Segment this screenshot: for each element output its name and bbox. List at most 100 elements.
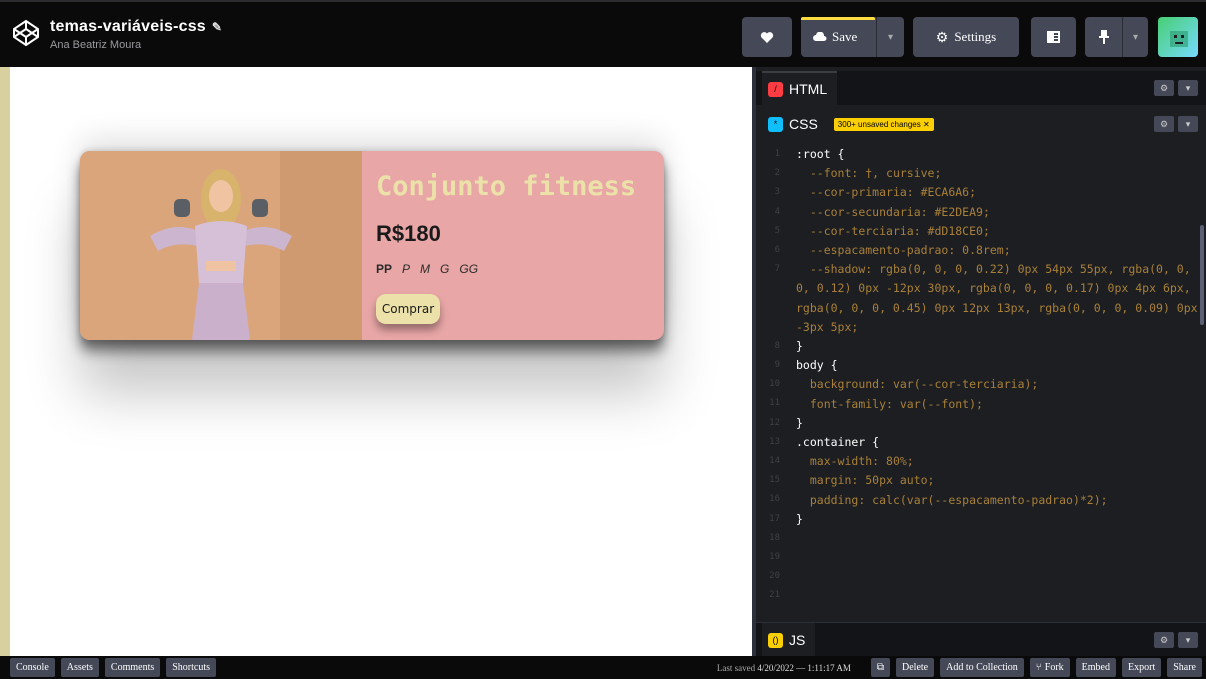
save-button[interactable]: Save ▾ <box>801 17 904 57</box>
chevron-down-icon[interactable]: ▾ <box>1178 116 1198 132</box>
css-editor-tools: ⚙ ▾ <box>1154 116 1198 132</box>
line-number: 4 <box>774 206 780 217</box>
code-line[interactable]: background: var(--cor-terciaria); <box>796 375 1200 394</box>
tab-js[interactable]: () JS <box>762 623 816 657</box>
pen-title-text[interactable]: temas-variáveis-css <box>50 18 206 36</box>
embed-button[interactable]: Embed <box>1075 658 1116 677</box>
line-number <box>756 318 786 337</box>
tab-html[interactable]: / HTML <box>762 71 838 105</box>
last-saved-time: 4/20/2022 — 1:11:17 AM <box>757 662 851 673</box>
code-line[interactable]: --font: †, cursive; <box>796 164 1200 183</box>
unsaved-changes-badge[interactable]: 300+ unsaved changes ✕ <box>833 117 934 131</box>
size-option[interactable]: GG <box>459 262 478 276</box>
code-line[interactable]: font-family: var(--font); <box>796 395 1200 414</box>
size-option[interactable]: M <box>420 262 430 276</box>
comments-button[interactable]: Comments <box>104 658 161 677</box>
layout-icon <box>1047 31 1060 43</box>
user-avatar[interactable] <box>1158 17 1198 57</box>
code-line[interactable]: --cor-primaria: #ECA6A6; <box>796 183 1200 202</box>
fork-button[interactable]: ⑂ Fork <box>1029 658 1070 677</box>
footer-left-buttons: Console Assets Comments Shortcuts <box>4 658 217 677</box>
code-lines[interactable]: :root { --font: †, cursive; --cor-primar… <box>796 145 1200 529</box>
code-editor-panel: / HTML ⚙ ▾ * CSS 300+ unsaved changes ✕ … <box>752 67 1206 657</box>
heart-button[interactable] <box>742 17 792 57</box>
line-number: 13 <box>769 436 780 447</box>
line-number: 1 <box>774 149 780 159</box>
pin-dropdown-button[interactable]: ▾ <box>1122 17 1148 57</box>
line-number: 5 <box>774 225 780 236</box>
line-number: 21 <box>769 590 780 601</box>
code-line[interactable]: } <box>796 337 1200 356</box>
pen-author[interactable]: Ana Beatriz Moura <box>50 39 222 51</box>
css-editor-header: * CSS 300+ unsaved changes ✕ ⚙ ▾ <box>756 107 1206 143</box>
tab-js-label: JS <box>789 632 806 648</box>
code-line[interactable]: } <box>796 510 1200 529</box>
code-line[interactable]: --espacamento-padrao: 0.8rem; <box>796 241 1200 260</box>
code-line[interactable]: :root { <box>796 145 1200 164</box>
fitness-model-image <box>80 151 362 340</box>
html-editor-header: / HTML ⚙ ▾ <box>756 71 1206 105</box>
product-card: Conjunto fitness R$180 PP P M G GG Compr… <box>80 151 664 340</box>
gear-icon[interactable]: ⚙ <box>1154 632 1174 648</box>
assets-button[interactable]: Assets <box>60 658 99 677</box>
line-number: 18 <box>769 532 780 543</box>
size-option[interactable]: P <box>402 262 410 276</box>
code-line[interactable]: --cor-terciaria: #dD18CE0; <box>796 222 1200 241</box>
code-line[interactable]: --cor-secundaria: #E2DEA9; <box>796 203 1200 222</box>
save-dropdown-button[interactable]: ▾ <box>876 17 904 57</box>
codepen-logo-icon[interactable] <box>12 19 40 47</box>
code-line[interactable]: padding: calc(var(--espacamento-padrao)*… <box>796 491 1200 510</box>
result-preview[interactable]: Conjunto fitness R$180 PP P M G GG Compr… <box>0 67 752 656</box>
gear-icon[interactable]: ⚙ <box>1154 116 1174 132</box>
chevron-down-icon[interactable]: ▾ <box>1178 632 1198 648</box>
open-external-button[interactable]: ⧉ <box>870 658 890 677</box>
line-number: 16 <box>769 494 780 505</box>
code-line[interactable]: margin: 50px auto; <box>796 471 1200 490</box>
product-info: Conjunto fitness R$180 PP P M G GG Compr… <box>376 151 664 340</box>
chevron-down-icon[interactable]: ▾ <box>1178 80 1198 96</box>
js-editor-tools: ⚙ ▾ <box>1154 632 1198 648</box>
footer-right-buttons: Last saved 4/20/2022 — 1:11:17 AM ⧉ Dele… <box>717 658 1202 677</box>
code-line[interactable]: body { <box>796 356 1200 375</box>
last-saved-status: Last saved 4/20/2022 — 1:11:17 AM <box>717 663 851 673</box>
line-number: 12 <box>769 417 780 428</box>
line-number: 19 <box>769 551 780 562</box>
line-number: 11 <box>769 398 780 409</box>
line-number-gutter: 1 2 3 4 5 6 7 8 9 10 11 12 13 14 15 16 17 18 19 20 21 <box>756 145 786 622</box>
buy-button[interactable]: Comprar <box>376 294 440 324</box>
code-line[interactable]: --shadow: rgba(0, 0, 0, 0.22) 0px 54px 5… <box>796 260 1200 337</box>
product-price: R$180 <box>376 221 441 246</box>
code-line[interactable]: .container { <box>796 433 1200 452</box>
code-line[interactable]: } <box>796 414 1200 433</box>
size-option[interactable]: PP <box>376 262 392 276</box>
pin-button[interactable]: ▾ <box>1085 17 1148 57</box>
code-line[interactable]: max-width: 80%; <box>796 452 1200 471</box>
pencil-icon[interactable]: ✎ <box>212 20 222 34</box>
console-button[interactable]: Console <box>10 658 55 677</box>
html-icon: / <box>768 81 783 97</box>
line-number: 15 <box>769 475 780 486</box>
gear-icon: ⚙ <box>935 28 949 45</box>
line-number <box>756 279 786 298</box>
line-number: 7 <box>774 264 780 275</box>
line-number: 8 <box>774 340 780 351</box>
gear-icon[interactable]: ⚙ <box>1154 80 1174 96</box>
size-options: PP P M G GG <box>376 262 478 276</box>
add-to-collection-button[interactable]: Add to Collection <box>940 658 1024 677</box>
pen-title[interactable]: temas-variáveis-css ✎ <box>50 18 222 36</box>
css-code-area[interactable]: 1 2 3 4 5 6 7 8 9 10 11 12 13 14 15 16 17 18 19 20 21 :root … <box>756 145 1206 622</box>
editor-scrollbar[interactable] <box>1200 225 1204 325</box>
heart-icon <box>760 31 774 43</box>
shortcuts-button[interactable]: Shortcuts <box>166 658 217 677</box>
settings-button[interactable]: ⚙ Settings <box>913 17 1019 57</box>
line-number: 10 <box>769 379 780 390</box>
line-number: 17 <box>769 513 780 524</box>
export-button[interactable]: Export <box>1122 658 1162 677</box>
pen-title-block: temas-variáveis-css ✎ Ana Beatriz Moura <box>50 18 222 51</box>
size-option[interactable]: G <box>440 262 449 276</box>
product-photo <box>80 151 362 340</box>
change-view-button[interactable] <box>1031 17 1076 57</box>
share-button[interactable]: Share <box>1167 658 1202 677</box>
tab-css[interactable]: * CSS 300+ unsaved changes ✕ <box>762 107 944 141</box>
delete-button[interactable]: Delete <box>896 658 935 677</box>
